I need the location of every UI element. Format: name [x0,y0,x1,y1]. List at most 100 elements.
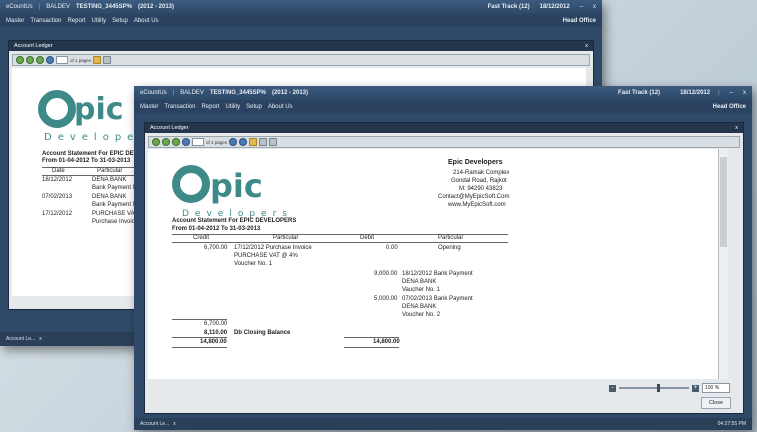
stop-icon[interactable] [182,138,190,146]
refresh-icon[interactable] [36,56,44,64]
debit-value: 0.00 [386,245,398,251]
back-row-date: 18/12/2012 [42,177,73,183]
menu-utility[interactable]: Utility [91,18,106,24]
front-app-window: eCountUs | BALDEV TESTING_3445SP% (2012 … [134,86,752,430]
zoom-in-button[interactable]: + [692,384,699,392]
company-info-name: Epic Developers [448,159,503,166]
right-particular-text: DENA BANK [402,279,437,285]
front-ledger-title-bar: Account Ledger x [145,123,743,133]
prev-page-icon[interactable] [26,56,34,64]
fast-track-link[interactable]: Fast Track (12) [618,90,660,96]
zoom-slider[interactable] [619,384,689,392]
status-clock: 04:27:55 PM [717,421,746,427]
fast-track-link[interactable]: Fast Track (12) [488,4,530,10]
office-label: Head Office [562,17,596,24]
export-icon[interactable] [269,138,278,146]
report-vertical-scrollbar[interactable] [718,149,728,379]
col-particular: Particular [273,235,299,241]
prev-page-icon[interactable] [162,138,170,146]
close-button[interactable]: Close [701,397,731,409]
right-particular-text: 07/02/2013 Bank Payment [402,296,473,302]
page-setup-icon[interactable] [259,138,268,146]
current-date: 18/12/2012 [539,4,570,10]
menu-setup[interactable]: Setup [112,18,128,24]
menu-utility[interactable]: Utility [225,104,240,110]
last-page-icon[interactable] [239,138,248,146]
close-app-button[interactable]: x [743,90,746,96]
closing-balance-value: 8,110.00 [204,330,228,336]
company-address-line1: 214-Ramak Complex [453,170,510,176]
tab-close-icon[interactable]: x [173,421,176,427]
page-input[interactable] [192,138,204,146]
menu-master[interactable]: Master [140,104,158,110]
zoom-out-button[interactable]: - [609,384,616,392]
window-title: Account Ledger [150,125,189,131]
print-icon[interactable] [93,56,102,64]
right-particular-text: Vaucher No. 1 [402,287,440,293]
office-label: Head Office [712,103,746,110]
back-title-bar: eCountUs | BALDEV TESTING_3445SP% (2012 … [0,0,602,14]
back-col-date: Date [52,168,65,174]
print-icon[interactable] [249,138,258,146]
company-phone: M: 94290 43823 [459,186,503,192]
particular-text: 17/12/2012 Purchase Invoice [234,245,312,251]
minimize-button[interactable]: – [730,90,733,96]
statement-period: From 01-04-2012 To 31-03-2013 [172,226,261,232]
company-website: www.MyEpicSoft.com [448,202,506,208]
next-page-icon[interactable] [229,138,238,146]
menu-setup[interactable]: Setup [246,104,262,110]
menu-master[interactable]: Master [6,18,24,24]
credit-value: 6,700.00 [204,245,228,251]
menu-transaction[interactable]: Transaction [30,18,61,24]
menu-about-us[interactable]: About Us [268,104,293,110]
menu-transaction[interactable]: Transaction [164,104,195,110]
menu-report[interactable]: Report [201,104,219,110]
company-address-line2: Gondal Road, Rajkot [451,178,507,184]
company-name: TESTING_3445SP% [75,4,132,10]
close-app-button[interactable]: x [593,4,596,10]
debit-total: 14,800.00 [373,339,400,345]
back-ledger-title-bar: Account Ledger x [9,41,593,51]
stop-icon[interactable] [46,56,54,64]
close-ledger-button[interactable]: x [735,125,738,131]
back-taskbar-tab[interactable]: Account Le... x [6,336,42,342]
current-date: 18/12/2012 [680,90,711,96]
front-taskbar-tab[interactable]: Account Le... x [140,421,176,427]
financial-year: (2012 - 2013) [137,4,174,10]
tab-close-icon[interactable]: x [39,336,42,342]
back-row-text: DENA BANK [92,177,127,183]
debit-value: 9,000.00 [374,271,398,277]
menu-about-us[interactable]: About Us [134,18,159,24]
company-name: TESTING_3445SP% [209,90,266,96]
first-page-icon[interactable] [152,138,160,146]
front-ledger-window: Account Ledger x of 1 pages pic Develope… [144,122,744,414]
refresh-icon[interactable] [172,138,180,146]
right-particular-text: Voucher No. 2 [402,312,441,318]
first-page-icon[interactable] [16,56,24,64]
back-col-particular: Particular [97,168,123,174]
statement-title: Account Statement For EPIC DEVELOPERS [172,218,297,224]
zoom-level-select[interactable]: 100 % [702,383,730,393]
front-report-page: pic Developers Epic Developers 214-Ramak… [148,149,728,379]
close-ledger-button[interactable]: x [585,43,588,49]
page-input[interactable] [56,56,68,64]
company-email: Contact@MyEpicSoft.Com [438,194,510,200]
scrollbar-thumb[interactable] [720,157,727,247]
back-row-date: 17/12/2012 [42,211,73,217]
back-row-date: 07/02/2013 [42,194,73,200]
right-particular-text: 18/12/2012 Bank Payment [402,271,473,277]
back-menu-bar: Master Transaction Report Utility Setup … [0,14,602,27]
export-icon[interactable] [103,56,112,64]
back-row-text: DENA BANK [92,194,127,200]
col-particular-right: Particular [438,235,464,241]
zoom-slider-knob[interactable] [657,384,660,392]
credit-subtotal: 6,700.00 [204,321,228,327]
app-name: eCountUs [6,4,33,10]
financial-year: (2012 - 2013) [271,90,308,96]
back-report-toolbar: of 1 pages [12,54,590,66]
menu-report[interactable]: Report [67,18,85,24]
front-report-toolbar: of 1 pages [148,136,740,148]
minimize-button[interactable]: – [580,4,583,10]
closing-balance-label: Db Closing Balance [234,330,291,336]
right-particular-text: Opening [438,245,461,251]
